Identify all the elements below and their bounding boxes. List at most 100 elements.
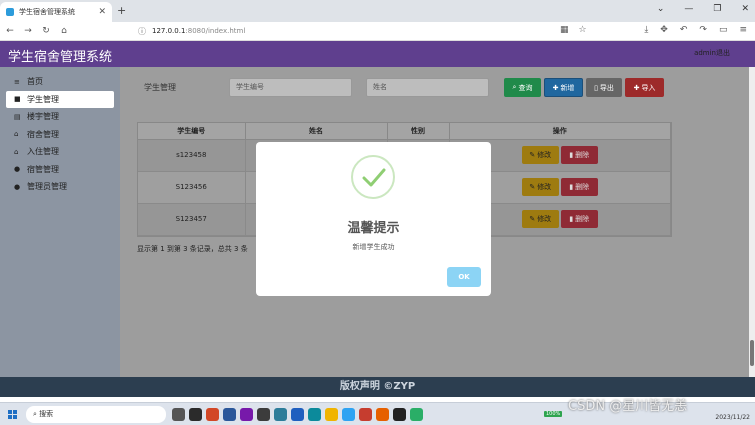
- taskbar-search[interactable]: ⌕ 搜索: [26, 406, 166, 423]
- app-title: 学生宿舍管理系统: [8, 50, 113, 65]
- sidebar-item-students[interactable]: ■ 学生管理: [6, 90, 114, 108]
- firefox-icon[interactable]: [376, 408, 389, 421]
- pencil-icon: ✎: [529, 183, 536, 191]
- dialog-title: 温馨提示: [347, 221, 400, 236]
- scrollbar-track[interactable]: [749, 67, 755, 377]
- sidebar-item-label: 管理员管理: [27, 182, 67, 192]
- edge-icon[interactable]: [308, 408, 321, 421]
- logout-link[interactable]: admin退出: [694, 48, 730, 58]
- person-icon: ●: [14, 165, 21, 174]
- trash-icon: ▮: [569, 183, 574, 191]
- wechat-icon[interactable]: [410, 408, 423, 421]
- sidebar-item-dorms[interactable]: ⌂ 宿舍管理: [0, 126, 120, 144]
- edit-button[interactable]: ✎ 修改: [521, 210, 559, 228]
- delete-button[interactable]: ▮ 删除: [560, 146, 598, 164]
- sidebar-item-buildings[interactable]: ▤ 楼宇管理: [0, 108, 120, 126]
- clock[interactable]: 2023/11/22: [715, 406, 750, 422]
- pencil-icon: ✎: [529, 151, 536, 159]
- sidebar-item-checkin[interactable]: ⌂ 入住管理: [0, 143, 120, 161]
- url-host: 127.0.0.1: [152, 27, 186, 35]
- edit-button[interactable]: ✎ 修改: [521, 146, 559, 164]
- student-id-input[interactable]: 学生编号: [229, 78, 352, 97]
- menu-icon: ≡: [14, 77, 20, 86]
- powerpoint-icon[interactable]: [206, 408, 219, 421]
- browser-tabbar: 学生宿舍管理系统 ✕ + ⌄ — ❐ ✕: [0, 0, 755, 22]
- watermark: CSDN @星川皆无恙: [568, 399, 688, 414]
- student-id-cell: S123456: [138, 171, 246, 204]
- back-icon[interactable]: ←: [2, 26, 18, 36]
- sidebar: ≡ 首页 ■ 学生管理 ▤ 楼宇管理 ⌂ 宿舍管理 ⌂ 入住管理 ● 宿管管理 …: [0, 67, 120, 377]
- explorer-icon[interactable]: [325, 408, 338, 421]
- windows-start-icon[interactable]: [8, 410, 17, 419]
- close-window-icon[interactable]: ✕: [741, 4, 749, 14]
- more-menu-icon[interactable]: ≡: [739, 25, 747, 35]
- tab-title: 学生宿舍管理系统: [19, 8, 75, 16]
- collections-icon[interactable]: ▭: [719, 25, 728, 35]
- home-icon: ⌂: [14, 147, 19, 156]
- export-button[interactable]: ▯ 导出: [586, 78, 622, 97]
- sidebar-item-label: 首页: [27, 77, 43, 87]
- taskbar-apps: [172, 408, 423, 421]
- battery-indicator: 100%: [544, 411, 563, 417]
- trash-icon: ▮: [569, 215, 574, 223]
- wps-icon[interactable]: [359, 408, 372, 421]
- sidebar-item-home[interactable]: ≡ 首页: [0, 73, 120, 91]
- student-id-cell: s123458: [138, 139, 246, 172]
- success-check-icon: [351, 155, 395, 199]
- sidebar-item-dorm-managers[interactable]: ● 宿管管理: [0, 161, 120, 179]
- history-forward-icon[interactable]: ↷: [699, 25, 707, 35]
- search-icon: ⌕: [512, 83, 517, 91]
- favicon-icon: [6, 8, 14, 16]
- import-button[interactable]: ✚ 导入: [625, 78, 664, 97]
- table-header-row: 学生编号 姓名 性别 操作: [138, 123, 671, 140]
- trash-icon: ▮: [569, 151, 574, 159]
- app-header: 学生宿舍管理系统 admin退出: [0, 41, 755, 67]
- add-button[interactable]: ✚ 新增: [544, 78, 583, 97]
- terminal-icon[interactable]: [257, 408, 270, 421]
- qq-icon[interactable]: [393, 408, 406, 421]
- extensions-icon[interactable]: ✥: [660, 25, 668, 35]
- app-icon[interactable]: [274, 408, 287, 421]
- column-header[interactable]: 姓名: [245, 123, 388, 140]
- new-tab-button[interactable]: +: [117, 4, 126, 17]
- query-button[interactable]: ⌕ 查询: [504, 78, 541, 97]
- student-id-cell: S123457: [138, 203, 246, 236]
- onenote-icon[interactable]: [240, 408, 253, 421]
- edit-button[interactable]: ✎ 修改: [521, 178, 559, 196]
- scrollbar-thumb[interactable]: [750, 340, 754, 366]
- app-icon[interactable]: [189, 408, 202, 421]
- qr-icon[interactable]: ▦: [560, 25, 569, 35]
- sidebar-item-label: 楼宇管理: [27, 112, 59, 122]
- delete-button[interactable]: ▮ 删除: [560, 210, 598, 228]
- tab-list-icon[interactable]: ⌄: [657, 4, 665, 14]
- section-label: 学生管理: [144, 83, 176, 92]
- reload-icon[interactable]: ↻: [38, 26, 54, 36]
- task-view-icon[interactable]: [172, 408, 185, 421]
- chrome-icon[interactable]: [291, 408, 304, 421]
- restore-icon[interactable]: ❐: [713, 4, 721, 14]
- column-header[interactable]: 学生编号: [138, 123, 246, 140]
- forward-icon[interactable]: →: [20, 26, 36, 36]
- sidebar-item-label: 学生管理: [27, 94, 59, 104]
- history-back-icon[interactable]: ↶: [680, 25, 688, 35]
- home-nav-icon[interactable]: ⌂: [56, 26, 72, 36]
- ok-button[interactable]: OK: [447, 267, 481, 287]
- word-icon[interactable]: [223, 408, 236, 421]
- url-path: :8080/index.html: [185, 27, 246, 35]
- favorite-star-icon[interactable]: ☆: [579, 25, 587, 35]
- tab-close-icon[interactable]: ✕: [98, 7, 106, 17]
- browser-tab[interactable]: 学生宿舍管理系统 ✕: [0, 2, 112, 22]
- name-input[interactable]: 姓名: [366, 78, 489, 97]
- minimize-icon[interactable]: —: [684, 4, 693, 14]
- download-icon[interactable]: ⤓: [644, 25, 648, 35]
- column-header[interactable]: 性别: [387, 123, 450, 140]
- site-info-icon[interactable]: ⓘ: [138, 26, 146, 37]
- delete-button[interactable]: ▮ 删除: [560, 178, 598, 196]
- search-toolbar: 学生管理 学生编号 姓名 ⌕ 查询 ✚ 新增 ▯ 导出 ✚ 导入: [120, 67, 755, 109]
- url-field[interactable]: ⓘ 127.0.0.1:8080/index.html: [138, 26, 245, 37]
- sidebar-item-admins[interactable]: ● 管理员管理: [0, 178, 120, 196]
- add-user-icon: ✚: [552, 83, 559, 92]
- sidebar-item-label: 宿舍管理: [27, 129, 59, 139]
- app-icon[interactable]: [342, 408, 355, 421]
- person-icon: ●: [14, 182, 21, 191]
